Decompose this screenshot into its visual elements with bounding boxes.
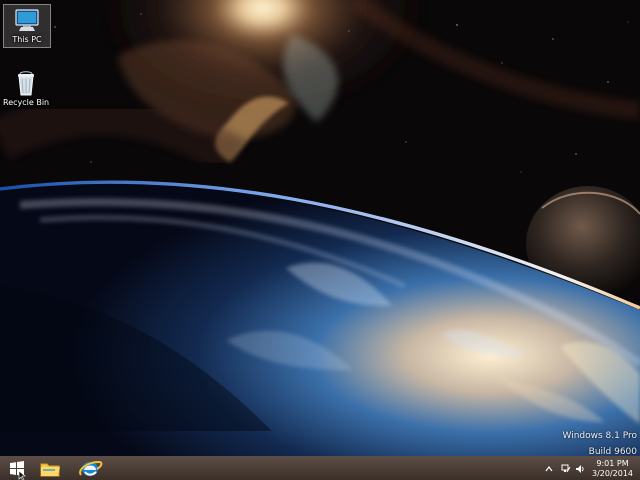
network-icon[interactable] bbox=[561, 464, 571, 474]
folder-icon bbox=[40, 463, 60, 477]
file-explorer-taskbar-button[interactable] bbox=[35, 458, 65, 480]
speaker-icon[interactable] bbox=[575, 464, 585, 474]
windows-edition-text: Windows 8.1 Pro bbox=[562, 431, 638, 441]
internet-explorer-taskbar-button[interactable] bbox=[75, 458, 105, 480]
this-pc-label: This PC bbox=[12, 35, 42, 44]
windows-logo-icon bbox=[10, 461, 26, 480]
taskbar: 9:01 PM 3/20/2014 bbox=[0, 456, 640, 480]
taskbar-clock[interactable]: 9:01 PM 3/20/2014 bbox=[590, 459, 635, 479]
this-pc-desktop-icon[interactable]: This PC bbox=[3, 4, 51, 48]
computer-icon bbox=[15, 9, 39, 31]
clock-date: 3/20/2014 bbox=[591, 469, 634, 478]
up-arrow-icon[interactable] bbox=[544, 464, 554, 474]
clock-time: 9:01 PM bbox=[596, 459, 629, 468]
recycle-bin-icon bbox=[18, 71, 34, 96]
recycle-bin-label: Recycle Bin bbox=[3, 98, 50, 107]
desktop: This PC Recycle Bin Windows 8.1 Pro Buil… bbox=[0, 0, 640, 480]
recycle-bin-desktop-icon[interactable]: Recycle Bin bbox=[3, 68, 49, 110]
internet-explorer-icon bbox=[79, 460, 103, 476]
start-button[interactable] bbox=[2, 458, 32, 480]
space-earth-wallpaper bbox=[0, 0, 640, 480]
system-tray: 9:01 PM 3/20/2014 bbox=[542, 457, 640, 480]
